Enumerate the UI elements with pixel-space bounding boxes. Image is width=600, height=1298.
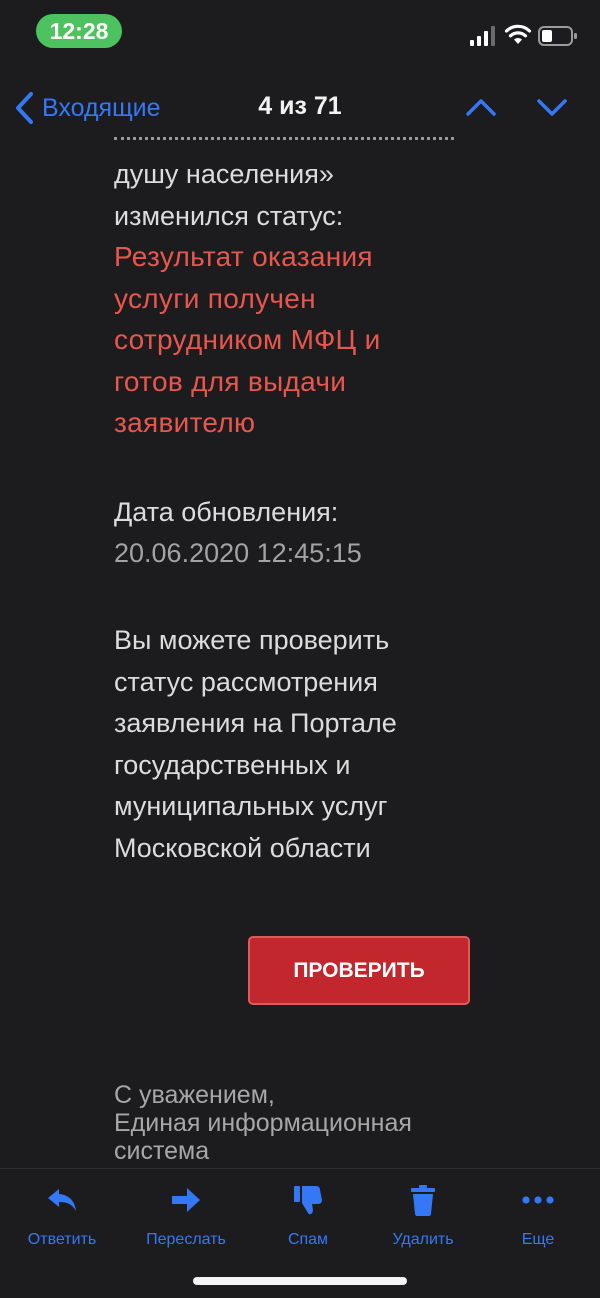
trash-icon (411, 1185, 435, 1216)
intro-line: изменился статус: (114, 200, 344, 231)
cellular-signal-icon (470, 26, 495, 46)
delete-button[interactable]: Удалить (368, 1183, 478, 1249)
signature: С уважением, Единая информационная систе… (114, 1081, 584, 1165)
home-indicator[interactable] (193, 1277, 407, 1285)
date-value: 20.06.2020 12:45:15 (114, 538, 362, 568)
signature-line: Единая информационная (114, 1109, 412, 1137)
status-line: заявителю (114, 407, 256, 438)
forward-button[interactable]: Переслать (131, 1183, 241, 1249)
reply-button[interactable]: Ответить (7, 1183, 117, 1249)
status-text: Результат оказания услуги получен сотруд… (114, 236, 584, 444)
more-button[interactable]: Еще (483, 1183, 593, 1249)
intro-text: душу населения» изменился статус: (114, 154, 584, 237)
spam-button[interactable]: Спам (253, 1183, 363, 1249)
reply-label: Ответить (27, 1231, 97, 1248)
status-line: услуги получен (114, 282, 316, 314)
wifi-icon (504, 24, 532, 44)
info-line: статус рассмотрения (114, 666, 378, 697)
more-dots-icon (522, 1196, 554, 1204)
info-text: Вы можете проверить статус рассмотрения … (114, 620, 584, 869)
spam-label: Спам (287, 1231, 329, 1248)
date-label: Дата обновления: (114, 497, 339, 527)
info-line: государственных и (114, 749, 351, 780)
reply-icon (48, 1189, 76, 1211)
info-line: муниципальных услуг (114, 791, 388, 821)
info-line: Вы можете проверить (114, 625, 390, 655)
message-body: душу населения» изменился статус: Резуль… (114, 140, 584, 1170)
next-message-button[interactable] (535, 92, 569, 122)
navigation-bar: Входящие 4 из 71 (0, 78, 600, 136)
status-line: Результат оказания (114, 241, 373, 272)
thumbs-down-icon (294, 1186, 322, 1215)
check-button[interactable]: ПРОВЕРИТЬ (248, 936, 470, 1005)
signature-line: система (114, 1137, 210, 1165)
status-line: сотрудником МФЦ и (114, 324, 381, 355)
intro-line: душу населения» (114, 159, 334, 189)
more-label: Еще (521, 1231, 555, 1248)
forward-label: Переслать (146, 1231, 226, 1248)
status-time: 12:28 (36, 14, 122, 48)
forward-arrow-icon (172, 1188, 200, 1212)
status-line: готов для выдачи (114, 365, 347, 397)
message-position: 4 из 71 (258, 92, 342, 120)
info-line: Московской области (114, 832, 371, 863)
delete-label: Удалить (392, 1231, 454, 1248)
battery-icon (538, 26, 577, 46)
status-bar: 12:28 (0, 0, 600, 70)
previous-message-button[interactable] (464, 92, 498, 122)
info-line: заявления на Портале (114, 708, 397, 738)
signature-line: С уважением, (114, 1081, 275, 1109)
